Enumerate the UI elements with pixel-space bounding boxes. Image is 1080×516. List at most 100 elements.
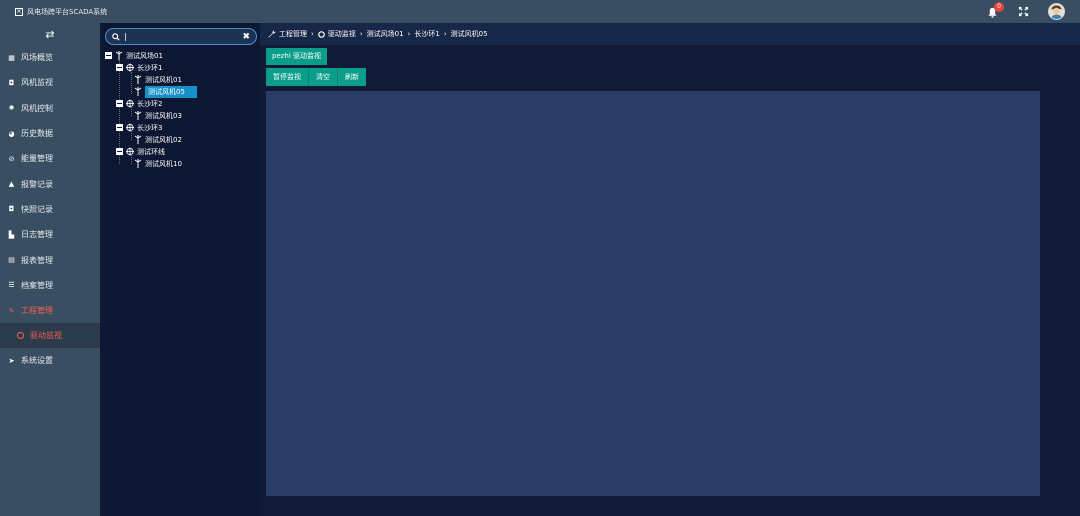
gear-icon: ✹ xyxy=(8,104,15,113)
grid-icon: ▦ xyxy=(8,53,15,62)
tree-node-label: 测试环线 xyxy=(137,147,165,156)
tree-node-label: 长沙环3 xyxy=(137,123,163,132)
sidebar-item-snapshots[interactable]: ◘ 快照记录 xyxy=(0,197,100,222)
pie-chart-icon: ◕ xyxy=(8,129,15,138)
collapse-icon[interactable] xyxy=(116,64,123,71)
sidebar-subitem-driver-monitor[interactable]: 驱动监视 xyxy=(0,323,100,349)
breadcrumb-item[interactable]: 测试风场01 xyxy=(367,29,404,39)
wind-turbine-icon xyxy=(134,75,142,84)
tree-node-ring[interactable]: 长沙环3 xyxy=(116,122,162,133)
sidebar-item-label: 风机监视 xyxy=(21,78,53,88)
sidebar-item-label: 快照记录 xyxy=(21,204,53,214)
tree-node-ring[interactable]: 长沙环1 xyxy=(116,62,162,73)
tree-node-ring[interactable]: 测试环线 xyxy=(116,146,165,157)
wrench-icon xyxy=(268,30,276,38)
send-icon: ➤ xyxy=(8,356,15,365)
app-title-area: ✕ 风电场跨平台SCADA系统 xyxy=(15,7,107,17)
clear-button[interactable]: 清空 xyxy=(309,68,338,86)
sidebar-item-logs[interactable]: ▙ 日志管理 xyxy=(0,222,100,247)
search-icon xyxy=(112,32,120,41)
collapse-icon[interactable] xyxy=(116,100,123,107)
breadcrumb-separator: › xyxy=(407,30,411,38)
table-icon: ▤ xyxy=(8,256,15,265)
top-bar: ✕ 风电场跨平台SCADA系统 0 xyxy=(0,0,1080,23)
main-content: 工程管理 › 驱动监视 › 测试风场01 › 长沙环1 › 测试风机05 pez… xyxy=(260,23,1080,516)
sidebar-item-turbine-control[interactable]: ✹ 风机控制 xyxy=(0,96,100,121)
sidebar-item-turbine-monitor[interactable]: ◘ 风机监视 xyxy=(0,70,100,95)
sidebar-item-archives[interactable]: ☰ 档案管理 xyxy=(0,273,100,298)
network-icon xyxy=(126,147,134,156)
sidebar-item-label: 报警记录 xyxy=(21,179,53,189)
app-title: 风电场跨平台SCADA系统 xyxy=(27,7,108,16)
sidebar-item-energy[interactable]: ⊘ 能量管理 xyxy=(0,146,100,171)
sidebar-item-label: 档案管理 xyxy=(21,280,53,290)
sidebar-item-engineering[interactable]: ✎ 工程管理 xyxy=(0,298,100,323)
tree-node-turbine-selected[interactable]: 测试风机05 xyxy=(134,85,197,98)
tree-search-input[interactable] xyxy=(124,29,243,44)
file-icon: ▙ xyxy=(8,230,15,239)
tree-node-turbine[interactable]: 测试风机03 xyxy=(134,110,182,121)
bell-icon: ▲ xyxy=(8,180,15,189)
tree-node-label: 测试风机03 xyxy=(145,111,182,120)
notification-badge: 0 xyxy=(994,1,1004,12)
tree-node-turbine[interactable]: 测试风机01 xyxy=(134,74,182,85)
tree-search-box: ✖ xyxy=(105,28,257,45)
sidebar-toggle[interactable]: ⇄ xyxy=(0,23,100,45)
tree-node-turbine[interactable]: 测试风机10 xyxy=(134,158,182,169)
user-avatar[interactable] xyxy=(1048,3,1065,20)
tree-node-farm[interactable]: 测试风场01 xyxy=(105,50,163,61)
network-icon xyxy=(126,123,134,132)
tree-node-label: 长沙环2 xyxy=(137,99,163,108)
clear-search-icon[interactable]: ✖ xyxy=(242,32,250,42)
network-icon xyxy=(126,99,134,108)
collapse-icon[interactable] xyxy=(116,124,123,131)
leaf-icon: ⊘ xyxy=(8,154,15,163)
breadcrumb-separator: › xyxy=(311,30,314,38)
fullscreen-button[interactable] xyxy=(1018,6,1029,17)
breadcrumb-separator: › xyxy=(443,30,447,38)
sidebar-item-settings[interactable]: ➤ 系统设置 xyxy=(0,348,100,373)
tree-node-label: 测试风机05 xyxy=(145,85,197,98)
collapse-icon[interactable] xyxy=(105,52,112,59)
sidebar-item-label: 能量管理 xyxy=(21,154,53,164)
list-icon: ☰ xyxy=(8,281,15,290)
sidebar-item-alarms[interactable]: ▲ 报警记录 xyxy=(0,171,100,196)
camera-icon: ◘ xyxy=(8,205,15,214)
monitor-output-area[interactable] xyxy=(266,91,1040,496)
tree-node-label: 测试风机01 xyxy=(145,75,182,84)
sidebar-item-label: 报表管理 xyxy=(21,255,53,265)
sidebar-item-label: 工程管理 xyxy=(21,306,53,316)
breadcrumb-item[interactable]: 工程管理 xyxy=(279,29,307,39)
breadcrumb-item[interactable]: 长沙环1 xyxy=(414,29,439,39)
notifications-button[interactable]: 0 xyxy=(987,1,1004,19)
wind-turbine-icon xyxy=(134,159,142,168)
tree-node-label: 测试风机10 xyxy=(145,159,182,168)
breadcrumb: 工程管理 › 驱动监视 › 测试风场01 › 长沙环1 › 测试风机05 xyxy=(260,23,1080,45)
avatar-icon xyxy=(1049,4,1064,19)
breadcrumb-separator: › xyxy=(359,30,363,38)
camera-icon: ◘ xyxy=(8,78,15,87)
sidebar-item-reports[interactable]: ▤ 报表管理 xyxy=(0,247,100,272)
expand-icon xyxy=(1018,6,1029,17)
app-logo-icon: ✕ xyxy=(15,7,23,16)
device-tree-panel: ✖ 测试风场01 长沙环1 xyxy=(100,23,260,516)
refresh-button[interactable]: 刷新 xyxy=(338,68,366,86)
sidebar-item-label: 系统设置 xyxy=(21,356,53,366)
tree-node-ring[interactable]: 长沙环2 xyxy=(116,98,162,109)
collapse-icon[interactable] xyxy=(116,148,123,155)
wind-turbine-icon xyxy=(134,135,142,144)
wind-turbine-icon xyxy=(134,87,142,96)
network-icon xyxy=(126,63,134,72)
sidebar-item-overview[interactable]: ▦ 风场概览 xyxy=(0,45,100,70)
breadcrumb-item[interactable]: 驱动监视 xyxy=(328,29,356,39)
tab-driver-monitor[interactable]: pezhi 驱动监视 xyxy=(266,48,328,65)
wind-turbine-icon xyxy=(134,111,142,120)
sidebar-item-history[interactable]: ◕ 历史数据 xyxy=(0,121,100,146)
sidebar-item-label: 历史数据 xyxy=(21,129,53,139)
circle-icon xyxy=(318,30,325,38)
breadcrumb-item-current: 测试风机05 xyxy=(450,30,488,38)
tree-node-label: 测试风机02 xyxy=(145,135,182,144)
wind-turbine-icon xyxy=(115,51,123,60)
pause-monitor-button[interactable]: 暂停监视 xyxy=(266,68,309,86)
tree-node-turbine[interactable]: 测试风机02 xyxy=(134,134,182,145)
